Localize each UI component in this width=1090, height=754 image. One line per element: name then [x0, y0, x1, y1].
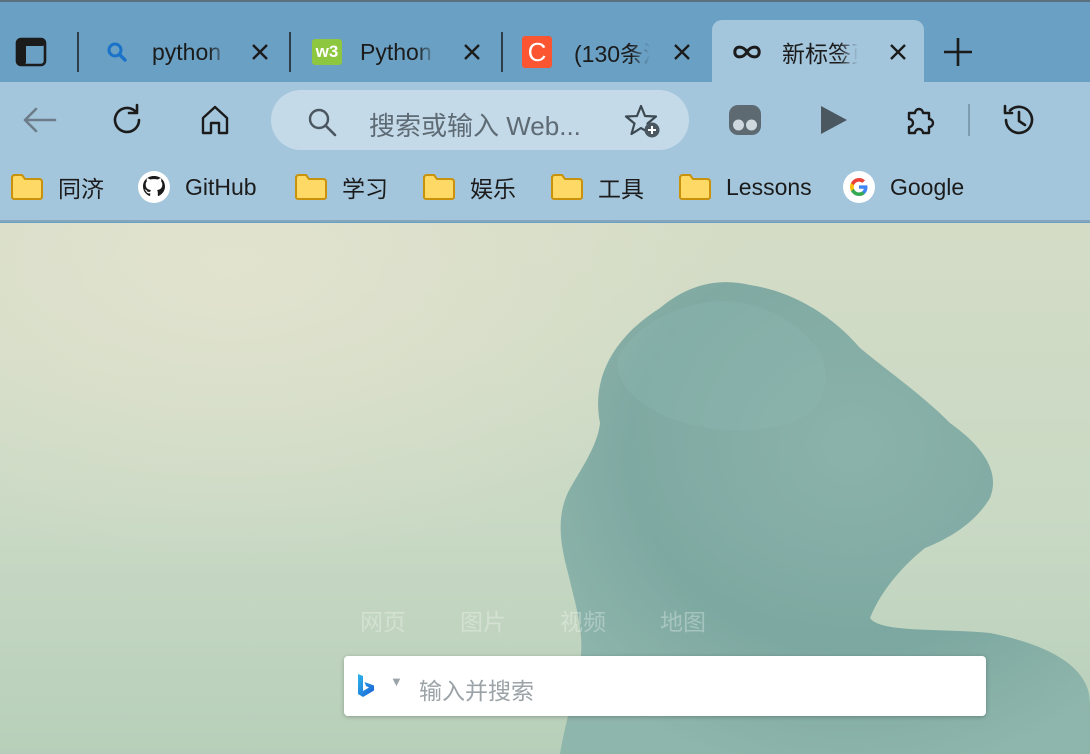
ghost-glasses-icon [729, 105, 761, 135]
tab-separator [289, 32, 291, 72]
tab-csdn[interactable]: C (130条消息 [510, 20, 708, 84]
tab-actions-icon [15, 37, 47, 67]
bookmark-folder-tools[interactable]: 工具 [550, 168, 644, 206]
chevron-down-icon[interactable]: ▼ [390, 674, 403, 689]
tab-title: (130条消息 [574, 41, 650, 67]
tab-actions-button[interactable] [12, 34, 50, 70]
close-icon [464, 44, 480, 60]
tab-videos[interactable]: 视频 [560, 603, 606, 637]
refresh-button[interactable] [105, 100, 149, 140]
close-icon [890, 44, 906, 60]
address-input[interactable]: 搜索或输入 Web... [369, 106, 581, 143]
bookmark-label: 娱乐 [470, 176, 516, 202]
tab-maps[interactable]: 地图 [660, 603, 706, 637]
w3school-logo-icon: w3 [312, 37, 342, 67]
folder-icon [678, 171, 712, 203]
star-add-icon [624, 104, 660, 138]
search-icon [307, 107, 337, 142]
address-bar[interactable]: 搜索或输入 Web... [271, 90, 689, 150]
play-icon [821, 106, 847, 134]
history-button[interactable] [997, 100, 1041, 140]
extension-play-button[interactable] [811, 100, 855, 140]
folder-icon [422, 171, 456, 203]
bookmark-label: Lessons [726, 173, 812, 200]
extensions-button[interactable] [899, 100, 943, 140]
bookmark-folder-entertainment[interactable]: 娱乐 [422, 168, 516, 206]
plus-icon [944, 38, 972, 66]
bookmark-folder-study[interactable]: 学习 [294, 168, 388, 206]
toolbar-divider [968, 104, 970, 136]
add-favorite-button[interactable] [623, 102, 663, 140]
tab-python-search[interactable]: python [90, 20, 286, 84]
refresh-icon [113, 103, 141, 134]
home-button[interactable] [193, 100, 237, 140]
bookmark-label: 同济 [58, 176, 104, 202]
close-icon [674, 44, 690, 60]
tab-title: Python [360, 38, 432, 65]
bing-logo-icon[interactable] [356, 673, 376, 704]
infinity-icon [732, 37, 762, 67]
tab-w3school-python[interactable]: w3 Python [300, 20, 498, 84]
google-icon [842, 171, 876, 203]
github-icon [137, 171, 171, 203]
bookmark-label: Google [890, 173, 965, 200]
csdn-logo-icon: C [522, 36, 552, 68]
bookmark-google[interactable]: Google [842, 168, 964, 206]
close-icon [252, 44, 268, 60]
extension-ghostery-button[interactable] [723, 100, 767, 140]
back-button[interactable] [17, 100, 61, 140]
bookmarks-bar: 同济 GitHub 学习 娱乐 工具 Lessons Google [0, 158, 1090, 222]
tab-web[interactable]: 网页 [360, 603, 406, 637]
puzzle-icon [907, 107, 935, 135]
tab-strip: python w3 Python C (130条消息 新标签页 [0, 0, 1090, 84]
close-tab-button[interactable] [460, 40, 484, 64]
tab-separator [501, 32, 503, 72]
search-icon [102, 37, 132, 67]
tab-images[interactable]: 图片 [460, 603, 506, 637]
back-arrow-icon [23, 107, 57, 133]
bookmark-folder-tongji[interactable]: 同济 [10, 168, 104, 206]
new-tab-page: 网页 图片 视频 地图 ▼ 输入并搜索 [0, 223, 1090, 754]
folder-icon [294, 171, 328, 203]
bookmark-label: GitHub [185, 173, 257, 200]
tab-new-tab-active[interactable]: 新标签页 [712, 20, 924, 84]
bing-search-box[interactable]: ▼ 输入并搜索 [344, 656, 986, 716]
close-tab-button[interactable] [670, 40, 694, 64]
navigation-toolbar: 搜索或输入 Web... [0, 82, 1090, 158]
tab-title: 新标签页 [782, 41, 858, 67]
search-category-tabs: 网页 图片 视频 地图 [360, 603, 760, 637]
tab-separator [77, 32, 79, 72]
search-input[interactable]: 输入并搜索 [419, 672, 534, 706]
folder-icon [10, 171, 44, 203]
tab-title: python [152, 38, 222, 65]
bookmark-folder-lessons[interactable]: Lessons [678, 168, 812, 206]
new-tab-button[interactable] [938, 32, 978, 72]
bookmark-github[interactable]: GitHub [137, 168, 257, 206]
bookmark-label: 工具 [598, 176, 644, 202]
folder-icon [550, 171, 584, 203]
close-tab-button[interactable] [248, 40, 272, 64]
bookmark-label: 学习 [342, 176, 388, 202]
history-icon [1003, 104, 1034, 135]
home-icon [201, 105, 229, 135]
close-tab-button[interactable] [886, 40, 910, 64]
